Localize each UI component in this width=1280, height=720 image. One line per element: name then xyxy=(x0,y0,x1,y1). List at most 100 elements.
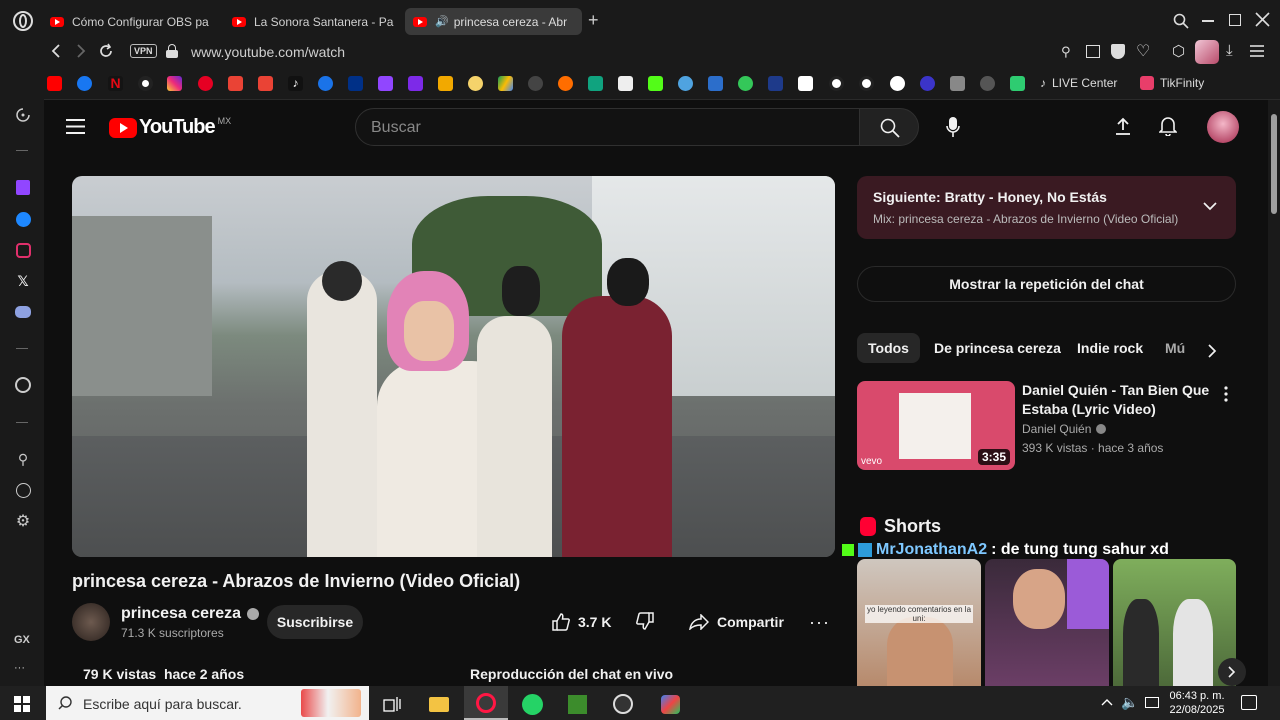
opera-gx-taskbar-button[interactable] xyxy=(464,686,508,720)
video-options-icon[interactable] xyxy=(1224,386,1228,402)
tab-search-icon[interactable] xyxy=(1173,13,1189,29)
tiktok-bookmark-icon[interactable]: ♪ xyxy=(288,76,303,91)
history-sidebar-icon[interactable] xyxy=(14,481,32,499)
tray-overflow-icon[interactable] xyxy=(1101,698,1113,706)
voice-search-icon[interactable] xyxy=(946,117,960,137)
show-chat-replay-button[interactable]: Mostrar la repetición del chat xyxy=(857,266,1236,302)
url-field[interactable]: www.youtube.com/watch xyxy=(191,44,345,60)
new-tab-button[interactable]: + xyxy=(588,10,599,31)
subscribe-button[interactable]: Suscribirse xyxy=(267,605,363,639)
network-icon[interactable] xyxy=(1145,697,1159,708)
short-thumbnail-2[interactable] xyxy=(985,559,1109,686)
gmail-2-bookmark-icon[interactable] xyxy=(258,76,273,91)
pinterest-bookmark-icon[interactable] xyxy=(198,76,213,91)
short-thumbnail-1[interactable]: yo leyendo comentarios en la uni: xyxy=(857,559,981,686)
up-next-panel[interactable]: Siguiente: Bratty - Honey, No Estás Mix:… xyxy=(857,176,1236,239)
search-box[interactable]: Buscar xyxy=(355,108,860,146)
chip-musica[interactable]: Mú xyxy=(1154,333,1196,363)
sidebar-more-icon[interactable]: ··· xyxy=(14,662,25,674)
grid-bookmark-icon[interactable] xyxy=(708,76,723,91)
profile-avatar[interactable] xyxy=(1195,40,1219,64)
notifications-bell-icon[interactable] xyxy=(1159,116,1177,136)
minimize-button[interactable] xyxy=(1202,20,1214,22)
cloud-bookmark-icon[interactable] xyxy=(678,76,693,91)
discord-sidebar-icon[interactable] xyxy=(14,303,32,321)
px-bookmark-icon[interactable] xyxy=(1010,76,1025,91)
search-button[interactable] xyxy=(859,108,919,146)
taskbar-search-box[interactable]: Escribe aquí para buscar. xyxy=(46,686,369,720)
netflix-bookmark-icon[interactable]: N xyxy=(108,76,123,91)
heart-icon[interactable]: ♡ xyxy=(1136,41,1150,61)
instagram-bookmark-icon[interactable] xyxy=(167,76,182,91)
facebook-bookmark-icon[interactable] xyxy=(77,76,92,91)
play-bookmark-icon[interactable] xyxy=(318,76,333,91)
recommended-channel[interactable]: Daniel Quién xyxy=(1022,422,1107,436)
download-bookmark-icon[interactable] xyxy=(920,76,935,91)
channel-avatar[interactable] xyxy=(72,603,110,641)
clock[interactable]: 06:43 p. m. 22/08/2025 xyxy=(1166,689,1228,717)
youtube-bookmark-icon[interactable] xyxy=(47,76,62,91)
recommended-video-thumbnail[interactable]: vevo 3:35 xyxy=(857,381,1015,470)
channel-name[interactable]: princesa cereza xyxy=(121,605,260,623)
vpn-badge[interactable]: VPN xyxy=(130,44,157,58)
speaker-icon[interactable]: 🔊 xyxy=(435,15,449,28)
chip-todos[interactable]: Todos xyxy=(857,333,920,363)
scrollbar-thumb[interactable] xyxy=(1271,114,1277,214)
github-bookmark-icon[interactable] xyxy=(829,76,844,91)
green-bookmark-icon[interactable] xyxy=(738,76,753,91)
short-thumbnail-3[interactable] xyxy=(1113,559,1236,686)
search-input[interactable]: Buscar xyxy=(371,119,421,137)
twitch-sidebar-icon[interactable] xyxy=(14,178,32,196)
music-bookmark-icon[interactable] xyxy=(138,76,153,91)
cube-bookmark-icon[interactable] xyxy=(618,76,633,91)
notifications-icon[interactable] xyxy=(1241,695,1257,710)
tab-princesa-cereza[interactable]: 🔊 princesa cereza - Abr xyxy=(405,8,582,35)
openai-bookmark-icon[interactable] xyxy=(588,76,603,91)
audio-bookmark-icon[interactable] xyxy=(438,76,453,91)
task-view-icon[interactable] xyxy=(381,693,403,715)
tab-sonora[interactable]: La Sonora Santanera - Pa xyxy=(224,8,396,35)
chips-next-icon[interactable] xyxy=(1208,344,1217,358)
live-center-bookmark[interactable]: ♪ LIVE Center xyxy=(1040,76,1117,90)
arrow-bookmark-icon[interactable] xyxy=(768,76,783,91)
box-bookmark-icon[interactable] xyxy=(950,76,965,91)
recommended-video-title[interactable]: Daniel Quién - Tan Bien Que Estaba (Lyri… xyxy=(1022,381,1212,419)
page-scrollbar[interactable] xyxy=(1268,100,1280,686)
easy-setup-menu-icon[interactable] xyxy=(1250,45,1264,57)
chip-de-princesa-cereza[interactable]: De princesa cereza xyxy=(923,333,1072,363)
upload-icon[interactable] xyxy=(1115,117,1131,135)
amazon-bookmark-icon[interactable] xyxy=(798,76,813,91)
chip-indie-rock[interactable]: Indie rock xyxy=(1066,333,1154,363)
shorts-next-button[interactable] xyxy=(1218,658,1246,686)
like-button[interactable]: 3.7 K xyxy=(544,605,624,639)
guide-menu-icon[interactable] xyxy=(66,119,85,134)
windows-start-icon[interactable] xyxy=(14,696,30,712)
volume-icon[interactable]: 🔈 xyxy=(1121,694,1138,711)
downloads-icon[interactable]: ⤓ xyxy=(1226,42,1233,59)
drive-bookmark-icon[interactable] xyxy=(498,76,513,91)
canva-bookmark-icon[interactable] xyxy=(408,76,423,91)
davinci-resolve-icon[interactable] xyxy=(659,693,681,715)
speed-dial-icon[interactable] xyxy=(14,106,32,124)
more-actions-icon[interactable]: ··· xyxy=(809,612,830,633)
share-button[interactable]: Compartir xyxy=(689,605,784,639)
gx-label[interactable]: GX xyxy=(14,634,30,646)
runner-bookmark-icon[interactable] xyxy=(558,76,573,91)
pinboard-sidebar-icon[interactable]: ⚲ xyxy=(14,450,32,468)
youtube-logo[interactable]: YouTube MX xyxy=(109,116,231,139)
ellipse-bookmark-icon[interactable] xyxy=(468,76,483,91)
restore-button[interactable] xyxy=(1229,14,1241,26)
account-avatar[interactable] xyxy=(1207,111,1239,143)
back-button[interactable] xyxy=(50,44,62,58)
extensions-icon[interactable]: ⬡ xyxy=(1172,42,1185,60)
taskbar-search-input[interactable]: Escribe aquí para buscar. xyxy=(83,696,242,712)
kick-bookmark-icon[interactable] xyxy=(648,76,663,91)
player-sidebar-icon[interactable] xyxy=(14,376,32,394)
paypal-bookmark-icon[interactable] xyxy=(348,76,363,91)
instagram-sidebar-icon[interactable] xyxy=(14,241,32,259)
circle-bookmark-icon[interactable] xyxy=(980,76,995,91)
video-player[interactable] xyxy=(72,176,835,557)
shield-icon[interactable] xyxy=(1111,44,1125,59)
chatgpt-bookmark-icon[interactable] xyxy=(528,76,543,91)
chevron-down-icon[interactable] xyxy=(1203,202,1217,211)
